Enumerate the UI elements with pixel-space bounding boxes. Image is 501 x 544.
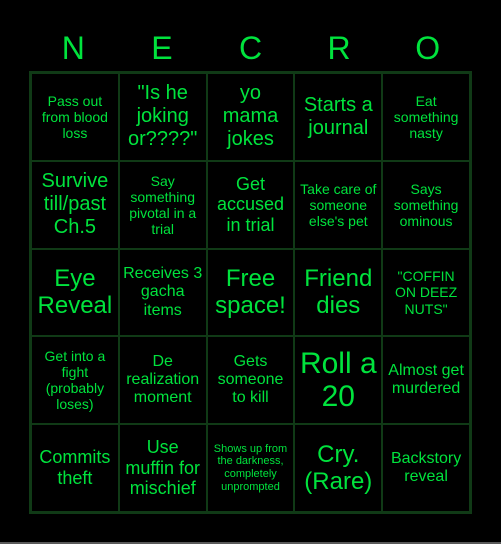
free-space-cell[interactable]: Free space! — [206, 248, 295, 337]
bingo-cell[interactable]: Almost get murdered — [382, 336, 470, 425]
header-letter-e: E — [151, 30, 173, 66]
header-letter-o: O — [415, 30, 441, 66]
bingo-cell[interactable]: De realization moment — [118, 336, 207, 425]
bingo-cell[interactable]: Receives 3 gacha items — [118, 248, 207, 337]
bingo-cell[interactable]: "Is he joking or????" — [118, 73, 207, 161]
bingo-cell[interactable]: yo mama jokes — [206, 73, 295, 161]
bingo-cell[interactable]: Commits theft — [31, 424, 119, 512]
header-letter-n: N — [61, 30, 85, 66]
bingo-cell[interactable]: Eat something nasty — [382, 73, 470, 161]
bingo-cell[interactable]: Says something ominous — [382, 160, 470, 249]
bingo-cell[interactable]: Say something pivotal in a trial — [118, 160, 207, 249]
bingo-cell[interactable]: Shows up from the darkness, completely u… — [206, 424, 295, 512]
bingo-cell[interactable]: Starts a journal — [294, 73, 383, 161]
bingo-cell[interactable]: Get into a fight (probably loses) — [31, 336, 119, 425]
bingo-cell[interactable]: Friend dies — [294, 248, 383, 337]
bingo-cell[interactable]: Backstory reveal — [382, 424, 470, 512]
bingo-cell[interactable]: Use muffin for mischief — [118, 424, 207, 512]
bingo-cell[interactable]: Eye Reveal — [31, 248, 119, 337]
bingo-cell[interactable]: Pass out from blood loss — [31, 73, 119, 161]
bingo-header: N E C R O — [29, 26, 472, 70]
header-letter-r: R — [327, 30, 351, 66]
bingo-cell[interactable]: Survive till/past Ch.5 — [31, 160, 119, 249]
header-letter-c: C — [238, 30, 263, 66]
bingo-cell[interactable]: Take care of someone else's pet — [294, 160, 383, 249]
bingo-cell[interactable]: Roll a 20 — [294, 336, 383, 425]
bingo-cell[interactable]: "COFFIN ON DEEZ NUTS" — [382, 248, 470, 337]
bingo-cell[interactable]: Cry. (Rare) — [294, 424, 383, 512]
bingo-board: Pass out from blood loss "Is he joking o… — [29, 71, 472, 514]
bingo-cell[interactable]: Get accused in trial — [206, 160, 295, 249]
bingo-cell[interactable]: Gets someone to kill — [206, 336, 295, 425]
